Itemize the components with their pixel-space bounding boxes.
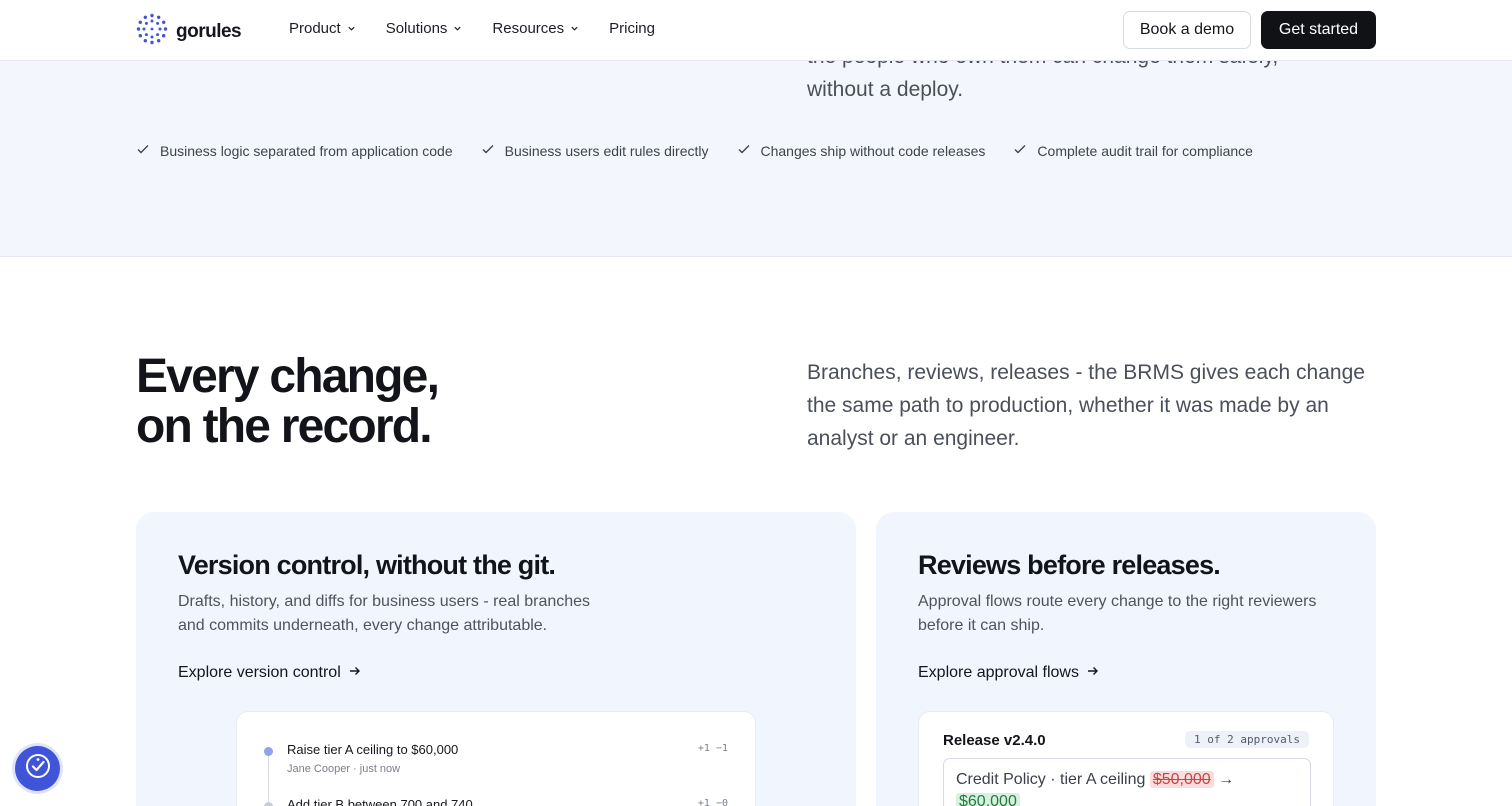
check-item-label: Business logic separated from applicatio… [160, 142, 453, 159]
section-title: Every change, on the record. [136, 350, 440, 453]
approval-count-badge: 1 of 2 approvals [1185, 731, 1309, 748]
section-description: Branches, reviews, releases - the BRMS g… [807, 361, 1365, 450]
hero-desc-line-2: without a deploy. [807, 78, 964, 101]
old-value: $50,000 [1149, 771, 1214, 788]
check-item: Changes ship without code releases [737, 142, 986, 159]
menu-item-pricing[interactable]: Pricing [609, 20, 655, 37]
accessibility-icon [23, 751, 53, 786]
reviews-card: Reviews before releases. Approval flows … [876, 512, 1376, 806]
card-description: Drafts, history, and diffs for business … [178, 590, 590, 638]
release-title: Release v2.4.0 [943, 732, 1046, 749]
arrow-right-icon [349, 664, 361, 682]
gorules-logo-icon [136, 13, 168, 50]
release-change-line: Credit Policy · tier A ceiling $50,000 →… [956, 769, 1296, 806]
brand-logo[interactable]: gorules [136, 13, 242, 50]
card-description: Approval flows route every change to the… [918, 590, 1316, 638]
checkmark-icon [481, 142, 495, 159]
section-title-line-2: on the record. [136, 400, 433, 453]
accessibility-button[interactable] [15, 746, 60, 791]
get-started-button[interactable]: Get started [1261, 11, 1376, 49]
commit-meta: Jane Cooper · just now [287, 763, 401, 775]
commit-diff-stat: +1 −1 [697, 743, 728, 754]
change-label: Credit Policy · tier A ceiling [956, 771, 1146, 788]
timeline-line [268, 752, 269, 806]
commit-dot-icon [264, 747, 273, 756]
explore-version-control-link[interactable]: Explore version control [178, 664, 361, 682]
book-demo-button[interactable]: Book a demo [1123, 11, 1251, 49]
link-label: Explore version control [178, 664, 341, 681]
arrow-right-icon: → [1218, 771, 1235, 788]
menu-item-label: Solutions [385, 20, 448, 37]
release-panel: Release v2.4.0 1 of 2 approvals Credit P… [918, 711, 1334, 806]
commit-title: Add tier B between 700 and 740 [287, 797, 473, 806]
commit-title: Raise tier A ceiling to $60,000 [287, 742, 459, 757]
chevron-down-icon [570, 20, 579, 37]
section-title-line-1: Every change, [136, 350, 440, 403]
release-change-box[interactable]: Credit Policy · tier A ceiling $50,000 →… [943, 758, 1311, 806]
menu-item-resources[interactable]: Resources [492, 20, 579, 37]
card-title: Version control, without the git. [178, 550, 556, 580]
version-control-card: Version control, without the git. Drafts… [136, 512, 856, 806]
menu-item-label: Product [289, 20, 341, 37]
card-desc-line-1: Drafts, history, and diffs for business … [178, 593, 591, 610]
arrow-right-icon [1087, 664, 1099, 682]
menu-item-solutions[interactable]: Solutions [386, 20, 463, 37]
card-desc-line-2: before it can ship. [918, 617, 1045, 634]
main-menu: Product Solutions Resources Pricing [289, 20, 655, 37]
card-title: Reviews before releases. [918, 550, 1221, 580]
checkmark-icon [1013, 142, 1027, 159]
hero-checklist: Business logic separated from applicatio… [136, 142, 1253, 159]
chevron-down-icon [347, 20, 356, 37]
check-item-label: Business users edit rules directly [504, 142, 709, 159]
checkmark-icon [136, 142, 150, 159]
commit-diff-stat: +1 −0 [697, 798, 728, 806]
check-item: Complete audit trail for compliance [1013, 142, 1253, 159]
menu-item-label: Resources [492, 20, 565, 37]
check-item-label: Changes ship without code releases [760, 142, 986, 159]
commit-history-panel: Raise tier A ceiling to $60,000 Jane Coo… [236, 711, 756, 806]
brand-name: gorules [176, 20, 242, 42]
commit-dot-icon [264, 802, 273, 806]
menu-item-label: Pricing [609, 20, 655, 37]
menu-item-product[interactable]: Product [289, 20, 356, 37]
check-item: Business users edit rules directly [481, 142, 709, 159]
card-desc-line-1: Approval flows route every change to the… [918, 593, 1317, 610]
top-navbar: gorules Product Solutions Resources Pric… [0, 0, 1512, 61]
explore-approval-flows-link[interactable]: Explore approval flows [918, 664, 1099, 682]
card-desc-line-2: and commits underneath, every change att… [178, 617, 548, 634]
checkmark-icon [737, 142, 751, 159]
chevron-down-icon [453, 20, 462, 37]
check-item: Business logic separated from applicatio… [136, 142, 453, 159]
new-value: $60,000 [956, 793, 1020, 806]
check-item-label: Complete audit trail for compliance [1037, 142, 1253, 159]
link-label: Explore approval flows [918, 664, 1079, 681]
